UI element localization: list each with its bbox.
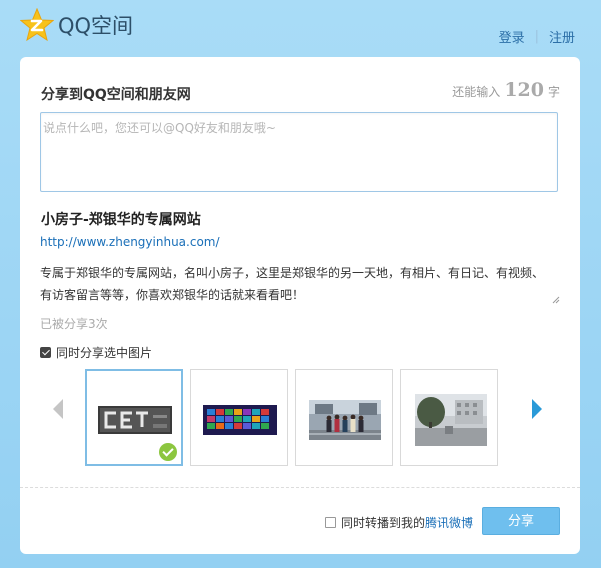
qzone-logo[interactable]: QQ空间	[20, 8, 133, 42]
selected-check-icon	[159, 443, 177, 461]
share-card: 分享到QQ空间和朋友网 还能输入 120 字 小房子-郑银华的专属网站 http…	[20, 57, 580, 554]
comment-input[interactable]	[43, 119, 557, 191]
next-arrow-icon[interactable]	[528, 397, 546, 421]
thumbnail-cet[interactable]	[85, 369, 183, 466]
repost-weibo-checkbox[interactable]	[325, 517, 336, 528]
thumbnail-windows8[interactable]	[190, 369, 288, 466]
prev-arrow-icon[interactable]	[49, 397, 67, 421]
resize-grip-icon[interactable]	[552, 296, 560, 304]
site-title: 小房子-郑银华的专属网站	[41, 212, 201, 228]
site-url-link[interactable]: http://www.zhengyinhua.com/	[40, 235, 220, 249]
site-description: 专属于郑银华的专属网站，名叫小房子，这里是郑银华的另一天地，有相片、有日记、有视…	[40, 266, 545, 302]
register-link[interactable]: 注册	[549, 27, 575, 46]
sync-image-checkbox[interactable]	[40, 347, 51, 358]
description-box[interactable]: 专属于郑银华的专属网站，名叫小房子，这里是郑银华的另一天地，有相片、有日记、有视…	[40, 262, 560, 304]
thumbnail-cet-image	[98, 406, 172, 434]
repost-option[interactable]: 同时转播到我的 腾讯微博	[325, 514, 473, 531]
counter-suffix: 字	[547, 85, 560, 99]
share-title: 分享到QQ空间和朋友网	[41, 87, 191, 103]
logo-text: QQ空间	[58, 14, 134, 38]
qzone-star-icon	[20, 8, 54, 42]
top-bar: QQ空间 登录 | 注册	[0, 0, 601, 56]
share-count: 已被分享3次	[40, 317, 108, 331]
repost-label: 同时转播到我的	[341, 516, 426, 530]
login-link[interactable]: 登录	[499, 27, 525, 46]
char-counter: 还能输入 120 字	[452, 79, 560, 101]
thumbnail-windows8-image	[203, 405, 277, 435]
counter-value: 120	[504, 79, 544, 101]
tencent-weibo-link[interactable]: 腾讯微博	[425, 514, 473, 531]
sync-image-option[interactable]: 同时分享选中图片	[40, 344, 152, 361]
share-button[interactable]: 分享	[482, 507, 560, 535]
thumbnail-campus-photo[interactable]	[400, 369, 498, 466]
counter-prefix: 还能输入	[452, 85, 501, 99]
sync-image-label: 同时分享选中图片	[56, 346, 153, 360]
thumbnail-campus-photo-image	[415, 394, 487, 446]
thumbnail-group-photo-image	[309, 400, 381, 440]
account-links: 登录 | 注册	[499, 27, 575, 46]
comment-box	[40, 112, 558, 192]
thumbnail-group-photo[interactable]	[295, 369, 393, 466]
link-separator: |	[534, 29, 539, 44]
footer-divider	[20, 487, 580, 488]
